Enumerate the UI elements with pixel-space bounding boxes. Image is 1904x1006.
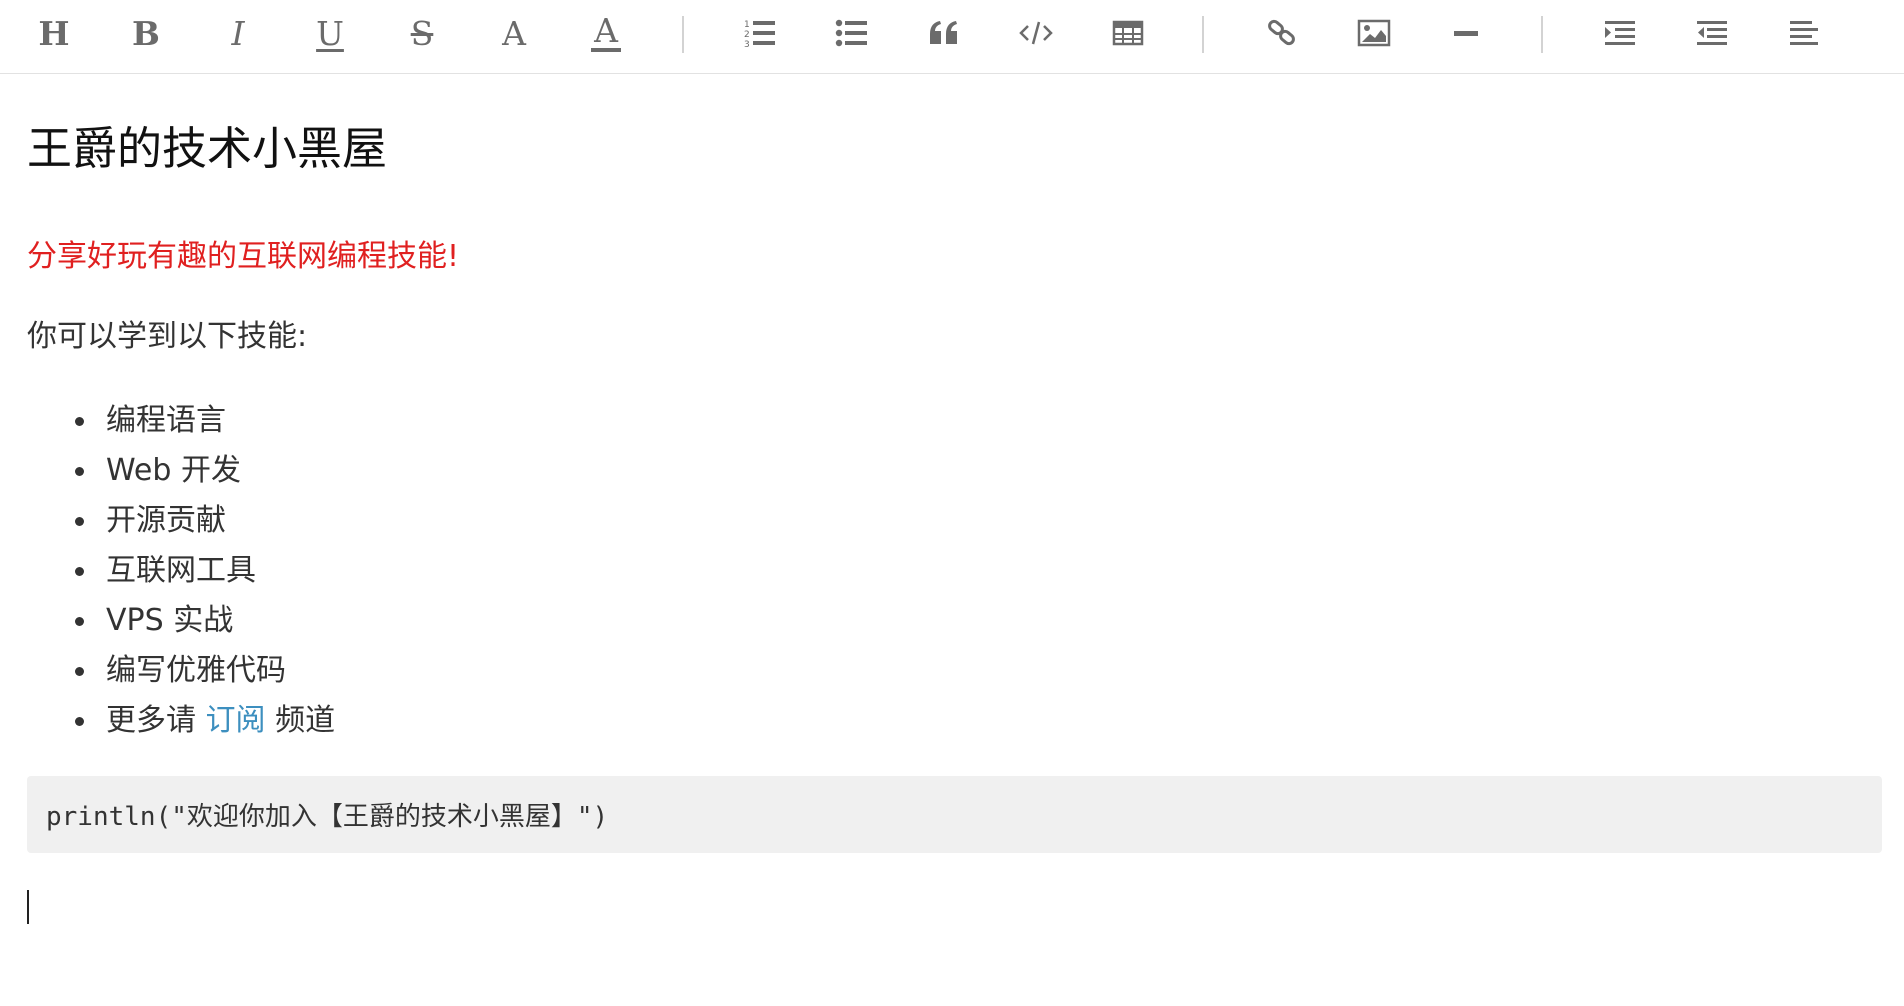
link-icon [1268,19,1295,46]
align-left-icon [1790,21,1818,45]
link-button[interactable] [1256,10,1308,56]
underline-button[interactable]: U [304,10,356,56]
heading-icon: H [38,13,70,53]
quote-icon [930,21,957,44]
unordered-list-button[interactable] [826,10,878,56]
subscribe-prefix: 更多请 [106,703,196,738]
code-icon [1019,21,1053,45]
intro-text: 你可以学到以下技能: [27,319,308,354]
image-button[interactable] [1348,10,1400,56]
ordered-list-icon: 1 2 3 [744,20,775,48]
italic-icon: I [231,13,245,53]
list-item: 编程语言 [27,396,335,446]
subscribe-suffix: 频道 [275,703,336,738]
code-block: println("欢迎你加入【王爵的技术小黑屋】") [27,776,1882,853]
font-size-button[interactable]: A [488,10,540,56]
code-button[interactable] [1010,10,1062,56]
svg-text:3: 3 [744,40,750,48]
underline-icon: U [316,13,344,53]
indent-button[interactable] [1594,10,1646,56]
text-cursor [27,890,29,924]
indent-icon [1605,21,1635,45]
outdent-icon [1697,21,1727,45]
list-item: 开源贡献 [27,496,335,546]
horizontal-rule-button[interactable] [1440,10,1492,56]
bold-button[interactable]: B [120,10,172,56]
skills-list: 编程语言 Web 开发 开源贡献 互联网工具 VPS 实战 编写优雅代码 更多请… [27,396,335,746]
font-color-icon: A [591,14,621,52]
font-size-icon: A [502,13,526,53]
toolbar-divider [1541,16,1543,53]
unordered-list-icon [835,19,867,47]
strikethrough-icon: S [410,13,434,53]
outdent-button[interactable] [1686,10,1738,56]
subscribe-link[interactable]: 订阅 [206,703,266,738]
table-icon [1112,20,1144,46]
blockquote-button[interactable] [918,10,970,56]
toolbar-divider [682,16,684,53]
list-item: 编写优雅代码 [27,646,335,696]
bold-icon: B [132,13,160,53]
table-button[interactable] [1102,10,1154,56]
code-text: println("欢迎你加入【王爵的技术小黑屋】") [46,802,609,832]
image-icon [1357,19,1391,47]
align-button[interactable] [1778,10,1830,56]
italic-button[interactable]: I [212,10,264,56]
toolbar-divider [1202,16,1204,53]
heading-button[interactable]: H [28,10,80,56]
list-item-subscribe: 更多请 订阅 频道 [27,696,335,746]
strikethrough-button[interactable]: S [396,10,448,56]
list-item: Web 开发 [27,446,335,496]
list-item: VPS 实战 [27,596,335,646]
svg-text:2: 2 [744,30,750,40]
list-item: 互联网工具 [27,546,335,596]
editor-toolbar: H B I U S A A 1 2 3 [0,0,1904,74]
tagline-text: 分享好玩有趣的互联网编程技能! [27,239,460,274]
svg-text:1: 1 [744,20,750,30]
document-title: 王爵的技术小黑屋 [27,122,388,175]
font-color-button[interactable]: A [580,10,632,56]
ordered-list-button[interactable]: 1 2 3 [734,10,786,56]
horizontal-rule-icon [1454,31,1478,36]
